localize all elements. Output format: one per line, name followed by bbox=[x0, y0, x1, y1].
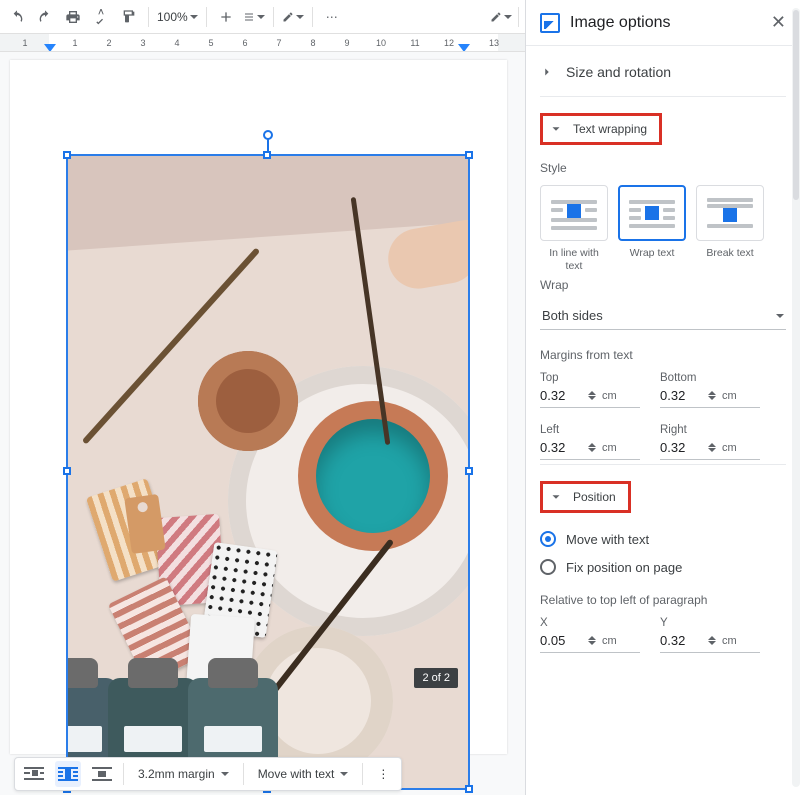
resize-handle-tr[interactable] bbox=[465, 151, 473, 159]
line-spacing-dropdown[interactable] bbox=[243, 6, 265, 28]
chevron-right-icon bbox=[540, 65, 554, 79]
margin-bottom-spinner[interactable] bbox=[708, 391, 716, 400]
margin-top-input[interactable] bbox=[540, 388, 582, 403]
image-context-toolbar: 3.2mm margin Move with text ⋮ bbox=[14, 757, 402, 791]
style-option-wrap[interactable]: Wrap text bbox=[618, 185, 686, 272]
move-with-text-dropdown[interactable]: Move with text bbox=[252, 767, 355, 781]
image-options-panel: Image options ✕ Size and rotation Text w… bbox=[525, 0, 800, 795]
separator bbox=[312, 7, 313, 27]
wrap-break-text-button[interactable] bbox=[89, 761, 115, 787]
image-more-button[interactable]: ⋮ bbox=[371, 762, 395, 786]
margin-top-field: Top cm bbox=[540, 372, 640, 408]
margin-left-field: Left cm bbox=[540, 424, 640, 460]
selection-outline bbox=[68, 156, 468, 788]
page: 2 of 2 bbox=[10, 60, 507, 754]
left-indent-marker[interactable] bbox=[44, 44, 56, 52]
rotation-handle[interactable] bbox=[263, 130, 273, 140]
radio-move-with-text[interactable]: Move with text bbox=[540, 525, 786, 553]
position-x-field: X cm bbox=[540, 617, 640, 653]
resize-handle-br[interactable] bbox=[465, 785, 473, 793]
position-y-input[interactable] bbox=[660, 633, 702, 648]
margin-left-spinner[interactable] bbox=[588, 443, 596, 452]
resize-handle-mt[interactable] bbox=[263, 151, 271, 159]
main-toolbar: 100% ⋯ bbox=[0, 0, 525, 34]
spellcheck-button[interactable] bbox=[90, 6, 112, 28]
zoom-value: 100% bbox=[157, 10, 188, 24]
right-indent-marker[interactable] bbox=[458, 44, 470, 52]
selected-image[interactable]: 2 of 2 bbox=[68, 156, 468, 788]
panel-scrollbar[interactable] bbox=[792, 8, 800, 787]
resize-handle-ml[interactable] bbox=[63, 467, 71, 475]
position-y-field: Y cm bbox=[660, 617, 760, 653]
close-panel-button[interactable]: ✕ bbox=[771, 12, 786, 33]
more-button[interactable]: ⋯ bbox=[321, 6, 343, 28]
redo-button[interactable] bbox=[34, 6, 56, 28]
radio-fix-position[interactable]: Fix position on page bbox=[540, 553, 786, 581]
margin-top-spinner[interactable] bbox=[588, 391, 596, 400]
document-canvas[interactable]: 2 of 2 3.2mm margin Move with text ⋮ bbox=[0, 52, 525, 795]
chevron-down-icon bbox=[549, 490, 563, 504]
wrap-label: Wrap bbox=[540, 278, 786, 292]
undo-button[interactable] bbox=[6, 6, 28, 28]
border-color-dropdown[interactable] bbox=[282, 6, 304, 28]
wrap-inline-button[interactable] bbox=[21, 761, 47, 787]
section-size-rotation[interactable]: Size and rotation bbox=[540, 62, 786, 92]
margin-right-input[interactable] bbox=[660, 440, 702, 455]
position-x-input[interactable] bbox=[540, 633, 582, 648]
style-label: Style bbox=[540, 161, 786, 175]
margin-left-input[interactable] bbox=[540, 440, 582, 455]
position-y-spinner[interactable] bbox=[708, 636, 716, 645]
margin-right-field: Right cm bbox=[660, 424, 760, 460]
resize-handle-tl[interactable] bbox=[63, 151, 71, 159]
position-x-spinner[interactable] bbox=[588, 636, 596, 645]
style-option-inline[interactable]: In line with text bbox=[540, 185, 608, 272]
relative-to-label: Relative to top left of paragraph bbox=[540, 593, 786, 607]
chevron-down-icon bbox=[549, 122, 563, 136]
separator bbox=[273, 7, 274, 27]
section-position[interactable]: Position bbox=[540, 481, 631, 513]
find-result-badge: 2 of 2 bbox=[414, 668, 458, 688]
wrap-text-button[interactable] bbox=[55, 761, 81, 787]
margin-bottom-input[interactable] bbox=[660, 388, 702, 403]
print-button[interactable] bbox=[62, 6, 84, 28]
paint-format-button[interactable] bbox=[118, 6, 140, 28]
margins-label: Margins from text bbox=[540, 348, 786, 362]
margin-dropdown[interactable]: 3.2mm margin bbox=[132, 767, 235, 781]
section-text-wrapping[interactable]: Text wrapping bbox=[540, 113, 662, 145]
separator bbox=[518, 7, 519, 27]
panel-title: Image options bbox=[570, 14, 761, 32]
margin-bottom-field: Bottom cm bbox=[660, 372, 760, 408]
margin-right-spinner[interactable] bbox=[708, 443, 716, 452]
separator bbox=[148, 7, 149, 27]
editing-mode-dropdown[interactable] bbox=[490, 6, 512, 28]
style-option-break[interactable]: Break text bbox=[696, 185, 764, 272]
image-options-icon bbox=[540, 13, 560, 33]
horizontal-ruler[interactable]: 1 1 2 3 4 5 6 7 8 9 10 11 12 13 bbox=[0, 34, 525, 52]
zoom-dropdown[interactable]: 100% bbox=[157, 10, 198, 24]
resize-handle-mr[interactable] bbox=[465, 467, 473, 475]
separator bbox=[206, 7, 207, 27]
insert-image-button[interactable] bbox=[215, 6, 237, 28]
wrap-side-select[interactable]: Both sides bbox=[540, 302, 786, 330]
